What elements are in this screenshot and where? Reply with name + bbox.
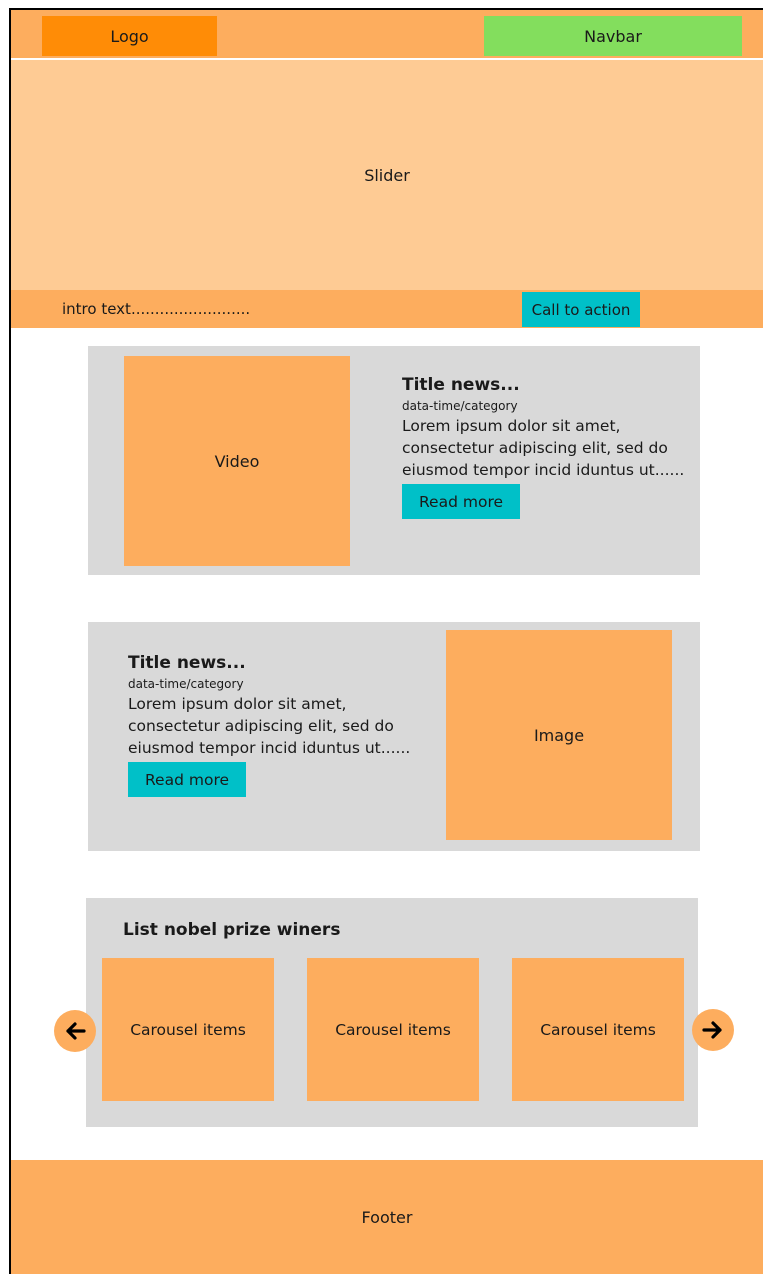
news-meta: data-time/category bbox=[402, 399, 518, 413]
footer: Footer bbox=[11, 1160, 763, 1274]
page-frame: Logo Navbar Slider intro text...........… bbox=[9, 8, 763, 1274]
arrow-left-icon bbox=[66, 1022, 86, 1040]
news-card-image: Title news... data-time/category Lorem i… bbox=[88, 622, 700, 851]
news-title[interactable]: Title news... bbox=[402, 374, 692, 396]
news-excerpt: Lorem ipsum dolor sit amet, consectetur … bbox=[128, 695, 411, 757]
arrow-right-icon bbox=[702, 1021, 722, 1039]
logo[interactable]: Logo bbox=[42, 16, 217, 56]
news-excerpt: Lorem ipsum dolor sit amet, consectetur … bbox=[402, 417, 685, 479]
call-to-action-button[interactable]: Call to action bbox=[522, 292, 640, 327]
intro-text: intro text......................... bbox=[62, 300, 251, 318]
news-title[interactable]: Title news... bbox=[128, 652, 418, 674]
header: Logo Navbar bbox=[11, 10, 763, 58]
carousel-prev-button[interactable] bbox=[54, 1010, 96, 1052]
news-meta: data-time/category bbox=[128, 677, 244, 691]
navbar[interactable]: Navbar bbox=[484, 16, 742, 56]
intro-bar: intro text......................... Call… bbox=[11, 290, 763, 328]
carousel-next-button[interactable] bbox=[692, 1009, 734, 1051]
video-placeholder[interactable]: Video bbox=[124, 356, 350, 566]
read-more-button[interactable]: Read more bbox=[128, 762, 246, 797]
news-content: Title news... data-time/category Lorem i… bbox=[128, 652, 418, 797]
carousel: List nobel prize winers Carousel items C… bbox=[86, 898, 698, 1127]
carousel-item[interactable]: Carousel items bbox=[102, 958, 274, 1101]
carousel-item[interactable]: Carousel items bbox=[512, 958, 684, 1101]
news-card-video: Video Title news... data-time/category L… bbox=[88, 346, 700, 575]
carousel-title: List nobel prize winers bbox=[123, 920, 341, 940]
read-more-button[interactable]: Read more bbox=[402, 484, 520, 519]
news-content: Title news... data-time/category Lorem i… bbox=[402, 374, 692, 519]
slider[interactable]: Slider bbox=[11, 60, 763, 290]
carousel-item[interactable]: Carousel items bbox=[307, 958, 479, 1101]
image-placeholder[interactable]: Image bbox=[446, 630, 672, 840]
